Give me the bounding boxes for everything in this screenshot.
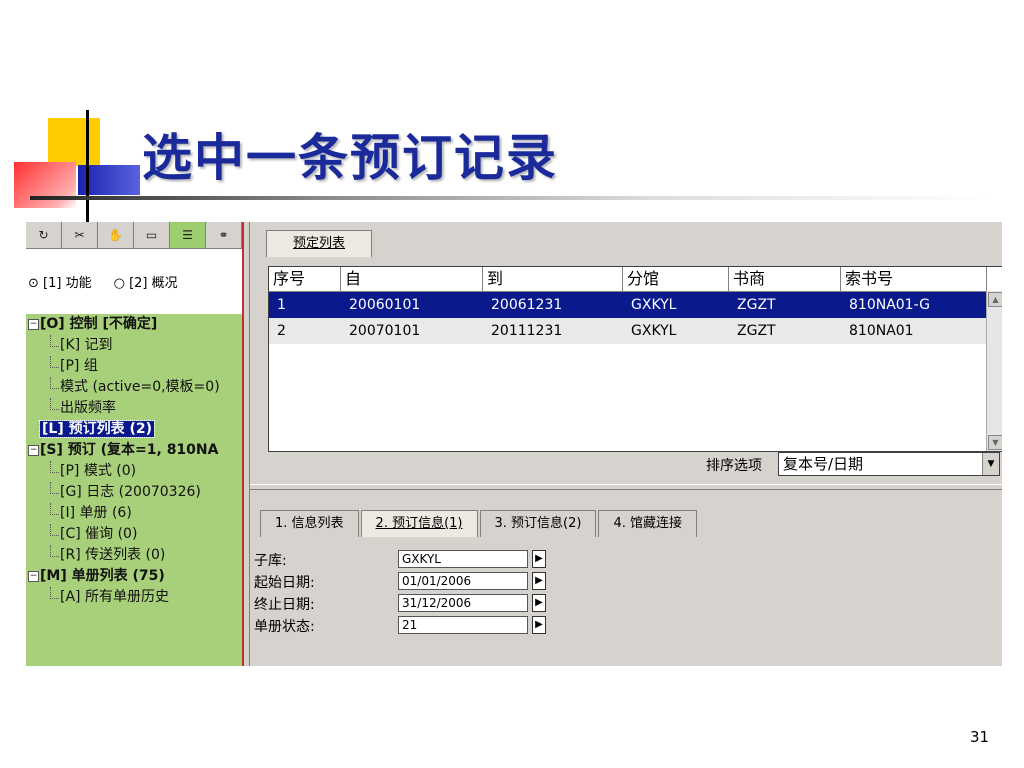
radio-unchecked-icon: ○ <box>113 276 125 291</box>
radio-function[interactable]: ⊙ [1] 功能 <box>28 272 92 291</box>
refresh-icon[interactable]: ↻ <box>26 222 62 248</box>
tree-node-selected[interactable]: [L] 预订列表 (2) <box>26 419 242 440</box>
tree-node[interactable]: [R] 传送列表 (0) <box>26 545 242 566</box>
play-arrow-icon[interactable]: ▶ <box>532 594 546 612</box>
tree-node[interactable]: − [O] 控制 [不确定] <box>26 314 242 335</box>
table-cell: 20060101 <box>349 297 421 313</box>
table-cell: 20070101 <box>349 323 421 339</box>
scroll-up-icon[interactable]: ▲ <box>988 292 1002 307</box>
order-list-table: 序号 自 到 分馆 书商 索书号 1 20060101 20061231 GXK… <box>268 266 1002 452</box>
list-icon[interactable]: ☰ <box>170 222 206 248</box>
tree-node[interactable]: [P] 模式 (0) <box>26 461 242 482</box>
table-cell: ZGZT <box>737 297 776 313</box>
tree-node[interactable]: 模式 (active=0,模板=0) <box>26 377 242 398</box>
play-arrow-icon[interactable]: ▶ <box>532 616 546 634</box>
tree-node[interactable]: [P] 组 <box>26 356 242 377</box>
tree-node[interactable]: [G] 日志 (20070326) <box>26 482 242 503</box>
radio-checked-icon: ⊙ <box>28 276 39 291</box>
tree-node[interactable]: [I] 单册 (6) <box>26 503 242 524</box>
icon-tab-bar: ↻ ✂ ✋ ▭ ☰ ⚭ <box>26 222 242 249</box>
table-cell: ZGZT <box>737 323 776 339</box>
deco-red-square <box>14 162 76 208</box>
table-row-selected[interactable]: 1 20060101 20061231 GXKYL ZGZT 810NA01-G <box>269 292 1002 318</box>
tree-node[interactable]: − [M] 单册列表 (75) <box>26 566 242 587</box>
tree-node[interactable]: [C] 催询 (0) <box>26 524 242 545</box>
field-label: 终止日期: <box>254 597 315 613</box>
slide-title: 选中一条预订记录 <box>142 128 558 187</box>
column-header[interactable]: 序号 <box>269 267 341 291</box>
table-cell: 810NA01 <box>849 323 914 339</box>
tree-node[interactable]: [A] 所有单册历史 <box>26 587 242 608</box>
start-date-field[interactable]: 01/01/2006 <box>398 572 528 590</box>
table-cell: GXKYL <box>631 297 677 313</box>
page-number: 31 <box>970 728 990 746</box>
deco-yellow-square <box>48 118 100 166</box>
table-cell: 810NA01-G <box>849 297 930 313</box>
hand-icon[interactable]: ✋ <box>98 222 134 248</box>
binoculars-icon[interactable]: ⚭ <box>206 222 242 248</box>
form-row-end-date: 终止日期: 31/12/2006 ▶ <box>254 592 654 614</box>
tab-holdings-link[interactable]: 4. 馆藏连接 <box>598 510 697 537</box>
order-info-form: 子库: GXKYL ▶ 起始日期: 01/01/2006 ▶ 终止日期: 31/… <box>254 548 654 636</box>
tree-node[interactable]: 出版频率 <box>26 398 242 419</box>
play-arrow-icon[interactable]: ▶ <box>532 572 546 590</box>
end-date-field[interactable]: 31/12/2006 <box>398 594 528 612</box>
field-label: 起始日期: <box>254 575 315 591</box>
column-header[interactable]: 索书号 <box>841 267 987 291</box>
scroll-down-icon[interactable]: ▼ <box>988 435 1002 450</box>
form-row-sublibrary: 子库: GXKYL ▶ <box>254 548 654 570</box>
play-arrow-icon[interactable]: ▶ <box>532 550 546 568</box>
horizontal-splitter[interactable] <box>250 484 1002 490</box>
folder-icon[interactable]: ▭ <box>134 222 170 248</box>
table-cell: 20061231 <box>491 297 563 313</box>
view-radio-group: ⊙ [1] 功能 ○ [2] 概况 <box>28 272 178 291</box>
detail-tab-bar: 1. 信息列表 2. 预订信息(1) 3. 预订信息(2) 4. 馆藏连接 <box>260 510 699 537</box>
field-label: 子库: <box>254 553 287 569</box>
field-label: 单册状态: <box>254 619 315 635</box>
tab-order-list[interactable]: 预定列表 <box>266 230 372 257</box>
tab-order-info-2[interactable]: 3. 预订信息(2) <box>479 510 597 537</box>
sort-options-label: 排序选项 <box>706 458 762 474</box>
panel-splitter[interactable] <box>242 222 250 666</box>
left-panel: ↻ ✂ ✋ ▭ ☰ ⚭ ⊙ [1] 功能 ○ [2] 概况 − [O] 控制 [不… <box>26 222 242 666</box>
table-row[interactable]: 2 20070101 20111231 GXKYL ZGZT 810NA01 <box>269 318 1002 344</box>
radio-overview[interactable]: ○ [2] 概况 <box>114 272 178 291</box>
table-header: 序号 自 到 分馆 书商 索书号 <box>269 267 1002 292</box>
sort-options-select[interactable]: 复本号/日期 ▼ <box>778 452 1000 476</box>
table-cell: 20111231 <box>491 323 563 339</box>
table-cell: 2 <box>277 323 286 339</box>
collapse-icon[interactable]: − <box>28 319 39 330</box>
column-header[interactable]: 自 <box>341 267 483 291</box>
right-panel: 预定列表 序号 自 到 分馆 书商 索书号 1 20060101 2006123… <box>250 222 1002 666</box>
collapse-icon[interactable]: − <box>28 571 39 582</box>
item-status-field[interactable]: 21 <box>398 616 528 634</box>
column-header[interactable]: 书商 <box>729 267 841 291</box>
collapse-icon[interactable]: − <box>28 445 39 456</box>
function-tree: − [O] 控制 [不确定] [K] 记到 [P] 组 模式 (active=0,… <box>26 314 242 666</box>
app-screenshot: ↻ ✂ ✋ ▭ ☰ ⚭ ⊙ [1] 功能 ○ [2] 概况 − [O] 控制 [不… <box>26 222 1002 666</box>
tool-icon[interactable]: ✂ <box>62 222 98 248</box>
chevron-down-icon[interactable]: ▼ <box>982 453 999 475</box>
form-row-item-status: 单册状态: 21 ▶ <box>254 614 654 636</box>
tree-node[interactable]: [K] 记到 <box>26 335 242 356</box>
deco-horizontal-rule <box>30 196 990 200</box>
column-header[interactable]: 分馆 <box>623 267 729 291</box>
table-cell: GXKYL <box>631 323 677 339</box>
deco-vertical-line <box>86 110 89 222</box>
tab-info-list[interactable]: 1. 信息列表 <box>260 510 359 537</box>
sublibrary-field[interactable]: GXKYL <box>398 550 528 568</box>
vertical-scrollbar[interactable]: ▲ ▼ <box>986 291 1002 451</box>
tree-node[interactable]: − [S] 预订 (复本=1, 810NA <box>26 440 242 461</box>
form-row-start-date: 起始日期: 01/01/2006 ▶ <box>254 570 654 592</box>
table-cell: 1 <box>277 297 286 313</box>
column-header[interactable]: 到 <box>483 267 623 291</box>
tab-order-info-1[interactable]: 2. 预订信息(1) <box>360 510 478 537</box>
